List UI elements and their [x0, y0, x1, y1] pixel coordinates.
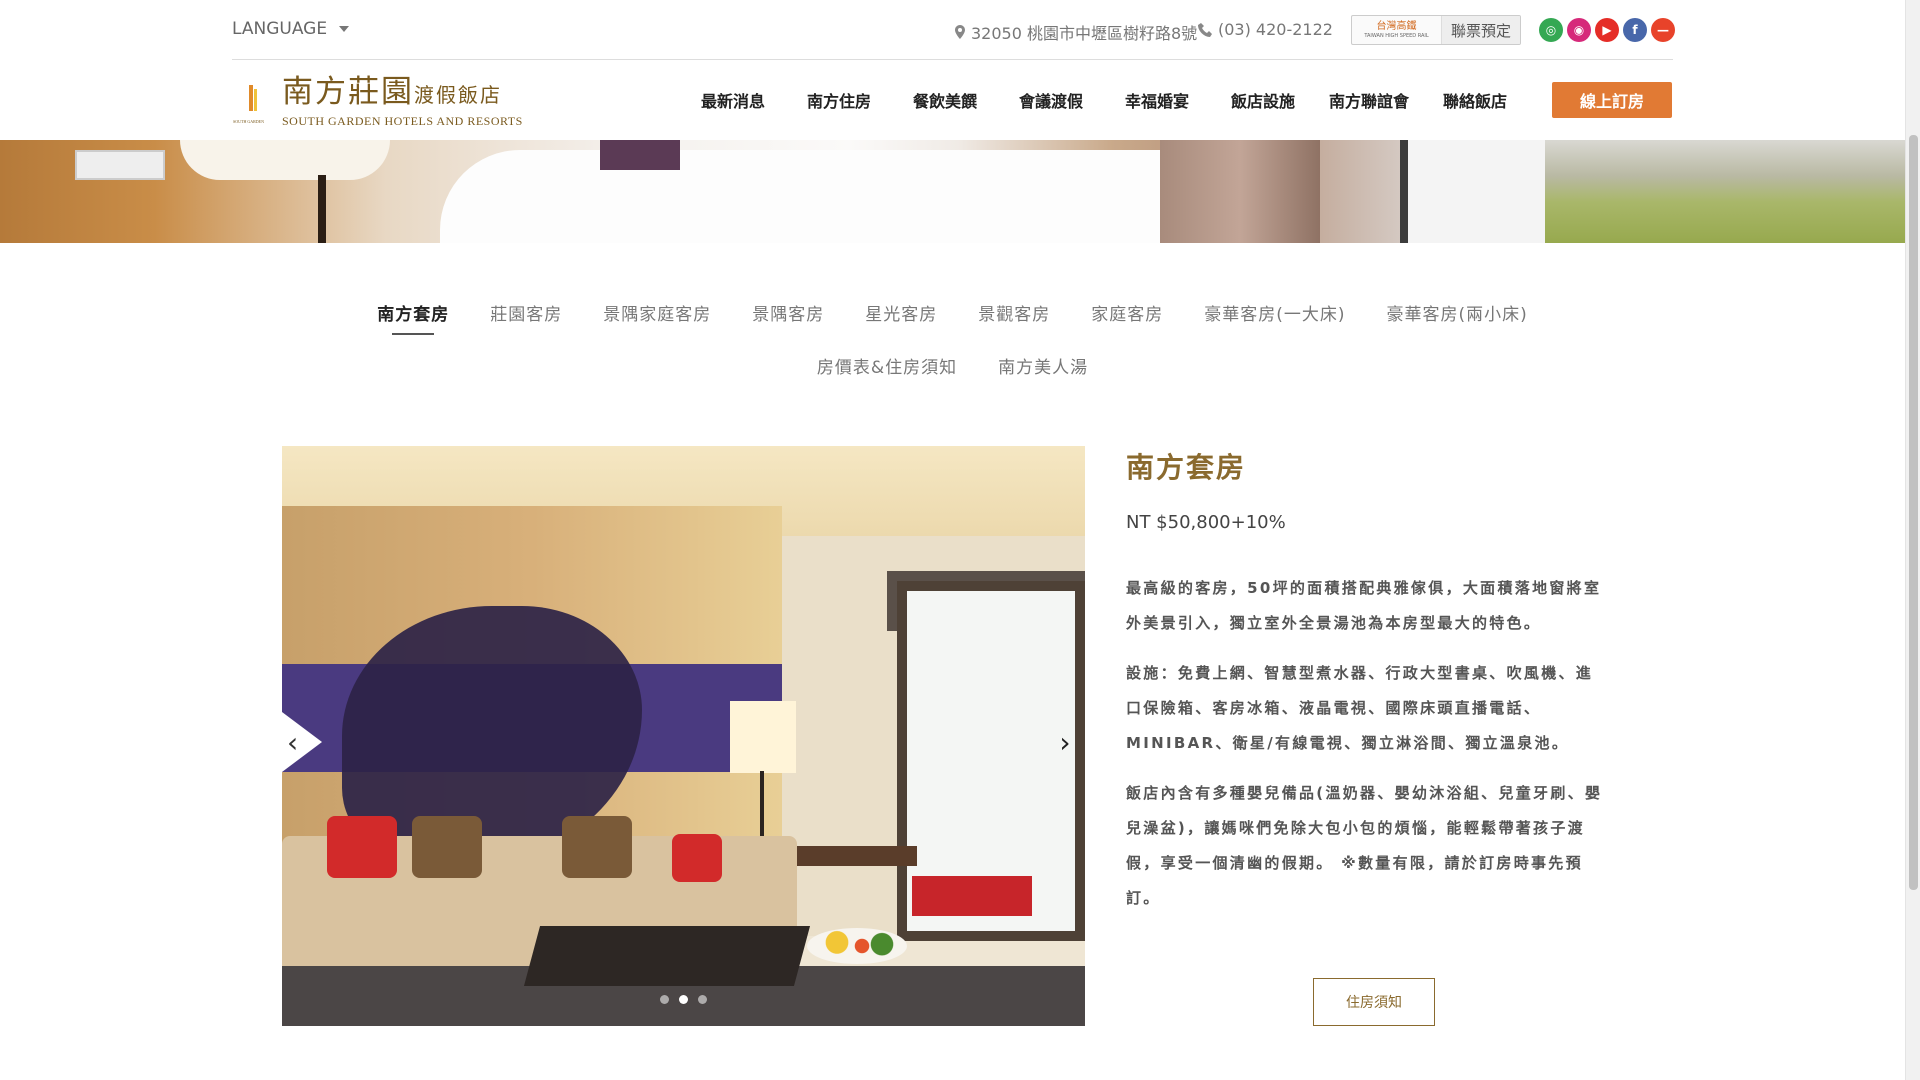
hsr-logo-sub: TAIWAN HIGH SPEED RAIL	[1364, 32, 1429, 39]
phone-text: (03) 420-2122	[1218, 20, 1333, 39]
map-pin-icon	[955, 25, 965, 39]
room-tab[interactable]: 景觀客房	[978, 300, 1050, 331]
room-tab[interactable]: 景隅客房	[752, 300, 824, 331]
instagram-icon[interactable]: ◉	[1567, 18, 1591, 42]
nav-item[interactable]: 南方住房	[786, 88, 892, 112]
banner-room-photo	[0, 140, 1545, 243]
phone[interactable]: (03) 420-2122	[1198, 20, 1333, 39]
room-type-tabs: 南方套房 莊園客房 景隅家庭客房 景隅客房 星光客房 景觀客房 家庭客房 豪華客房(一大床) 豪…	[0, 300, 1905, 406]
nav-item[interactable]: 南方聯誼會	[1316, 88, 1422, 112]
decor	[180, 140, 390, 180]
svg-text:SOUTH GARDEN: SOUTH GARDEN	[233, 119, 264, 124]
logo-chinese: 南方莊園渡假飯店	[282, 77, 523, 108]
room-tab[interactable]: 南方套房	[377, 300, 449, 335]
room-tab[interactable]: 南方美人湯	[998, 353, 1088, 384]
address-text: 32050 桃園市中壢區樹籽路8號	[971, 24, 1198, 43]
banner-garden-photo	[1545, 140, 1905, 243]
tab-row-2: 房價表&住房須知 南方美人湯	[0, 353, 1905, 384]
decor	[412, 816, 482, 878]
logo-cn-small: 渡假飯店	[414, 83, 502, 107]
room-info: 南方套房 NT $50,800+10% 最高級的客房，50坪的面積搭配典雅傢俱，…	[1126, 446, 1606, 931]
room-photo-carousel[interactable]: ‹ ›	[282, 446, 1085, 1026]
stay-notice-button[interactable]: 住房須知	[1313, 978, 1435, 1026]
nav-item[interactable]: 飯店設施	[1210, 88, 1316, 112]
room-tab[interactable]: 豪華客房(一大床)	[1204, 300, 1345, 331]
tab-row-1: 南方套房 莊園客房 景隅家庭客房 景隅客房 星光客房 景觀客房 家庭客房 豪華客房(一大床) 豪…	[0, 300, 1905, 335]
hotel-logo[interactable]: SOUTH GARDEN 南方莊園渡假飯店 SOUTH GARDEN HOTEL…	[232, 77, 523, 129]
hsr-logo-text: 台灣高鐵	[1376, 20, 1417, 32]
hsr-ticket-button[interactable]: 台灣高鐵 TAIWAN HIGH SPEED RAIL 聯票預定	[1351, 15, 1521, 45]
decor	[440, 150, 1180, 243]
nav-item[interactable]: 餐飲美饌	[892, 88, 998, 112]
carousel-dot[interactable]	[660, 995, 669, 1004]
decor	[1400, 140, 1545, 243]
nav-item[interactable]: 最新消息	[680, 88, 786, 112]
carousel-dots	[282, 995, 1085, 1004]
decor	[672, 834, 722, 882]
room-title: 南方套房	[1126, 451, 1247, 484]
decor	[562, 816, 632, 878]
description-paragraph: 設施：免費上網、智慧型煮水器、行政大型書桌、吹風機、進口保險箱、客房冰箱、液晶電…	[1126, 664, 1594, 752]
hsr-logo: 台灣高鐵 TAIWAN HIGH SPEED RAIL	[1352, 16, 1442, 44]
top-bar: LANGUAGE 32050 桃園市中壢區樹籽路8號 (03) 420-2122…	[0, 0, 1905, 60]
logo-mark-icon: SOUTH GARDEN	[233, 85, 264, 124]
decor	[318, 175, 326, 243]
decor	[523, 926, 811, 986]
decor	[1160, 140, 1320, 243]
carousel-dot[interactable]	[698, 995, 707, 1004]
page-scrollbar[interactable]	[1905, 0, 1920, 1080]
decor	[600, 140, 680, 170]
room-tab[interactable]: 房價表&住房須知	[817, 353, 957, 384]
hsr-label: 聯票預定	[1442, 16, 1520, 44]
main-header: SOUTH GARDEN 南方莊園渡假飯店 SOUTH GARDEN HOTEL…	[0, 60, 1905, 140]
banner-image	[0, 140, 1905, 243]
room-tab[interactable]: 星光客房	[865, 300, 937, 331]
carousel-dot[interactable]	[679, 995, 688, 1004]
decor	[787, 846, 917, 866]
main-nav: 最新消息 南方住房 餐飲美饌 會議渡假 幸福婚宴 飯店設施 南方聯誼會 聯絡飯店	[680, 88, 1528, 112]
room-tab[interactable]: 豪華客房(兩小床)	[1387, 300, 1528, 331]
phone-icon	[1198, 22, 1212, 37]
youtube-icon[interactable]: ▶	[1595, 18, 1619, 42]
scrollbar-thumb[interactable]	[1909, 135, 1918, 890]
description-paragraph: 最高級的客房，50坪的面積搭配典雅傢俱，大面積落地窗將室外美景引入，獨立室外全景…	[1126, 579, 1602, 632]
description-paragraph: 飯店內含有多種嬰兒備品(溫奶器、嬰幼沐浴組、兒童牙刷、嬰兒澡盆)，讓媽咪們免除大…	[1126, 784, 1603, 907]
tripadvisor-icon[interactable]: ◎	[1539, 18, 1563, 42]
nav-item[interactable]: 聯絡飯店	[1422, 88, 1528, 112]
room-description: 最高級的客房，50坪的面積搭配典雅傢俱，大面積落地窗將室外美景引入，獨立室外全景…	[1126, 571, 1606, 916]
nav-item[interactable]: 幸福婚宴	[1104, 88, 1210, 112]
book-online-button[interactable]: 線上訂房	[1552, 82, 1672, 118]
decor	[807, 928, 907, 964]
decor	[327, 816, 397, 878]
language-selector[interactable]: LANGUAGE	[232, 19, 350, 39]
address: 32050 桃園市中壢區樹籽路8號	[955, 20, 1197, 44]
nav-item[interactable]: 會議渡假	[998, 88, 1104, 112]
decor	[912, 876, 1032, 916]
caret-down-icon	[339, 26, 350, 32]
line-icon[interactable]: —	[1651, 18, 1675, 42]
room-tab[interactable]: 莊園客房	[490, 300, 562, 331]
room-tab[interactable]: 景隅家庭客房	[603, 300, 711, 331]
language-label: LANGUAGE	[232, 19, 328, 39]
room-price: NT $50,800+10%	[1126, 512, 1286, 533]
facebook-icon[interactable]: f	[1623, 18, 1647, 42]
logo-cn-main: 南方莊園	[282, 74, 414, 110]
room-tab[interactable]: 家庭客房	[1091, 300, 1163, 331]
logo-english: SOUTH GARDEN HOTELS AND RESORTS	[282, 114, 523, 128]
carousel-next-button[interactable]: ›	[1045, 712, 1085, 772]
social-links: ◎ ◉ ▶ f —	[1539, 18, 1675, 42]
decor	[730, 701, 796, 773]
decor	[75, 150, 165, 180]
